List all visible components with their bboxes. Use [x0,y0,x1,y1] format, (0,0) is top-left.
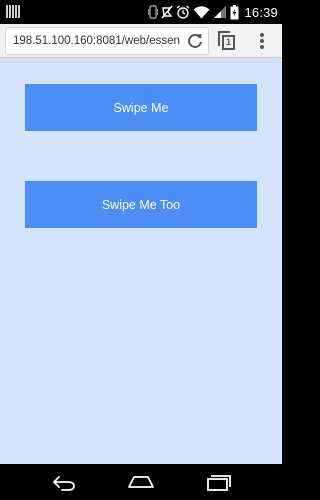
home-icon[interactable] [126,472,156,492]
overflow-menu-icon[interactable] [254,32,270,50]
android-screen: 16:39 198.51.100.160:8081/web/essen 1 Sw… [0,0,282,500]
notification-icon [6,5,20,18]
status-time: 16:39 [244,4,278,20]
swipe-me-too-button[interactable]: Swipe Me Too [25,181,257,228]
url-text[interactable]: 198.51.100.160:8081/web/essen [13,34,181,48]
recent-apps-icon[interactable] [203,472,233,492]
tab-count: 1 [222,35,235,50]
url-bar[interactable]: 198.51.100.160:8081/web/essen [6,28,208,54]
vibrate-icon [148,5,159,19]
web-page-content: Swipe Me Swipe Me Too [0,58,282,464]
status-icons: 16:39 [148,3,278,21]
do-not-disturb-icon [161,5,173,19]
battery-icon [230,4,239,19]
swipe-me-button[interactable]: Swipe Me [25,84,257,131]
tabs-icon[interactable]: 1 [218,31,236,51]
alarm-icon [177,5,190,19]
back-icon[interactable] [48,472,78,492]
status-bar: 16:39 [0,0,282,24]
navigation-bar [0,464,282,500]
browser-toolbar: 198.51.100.160:8081/web/essen 1 [0,24,282,58]
signal-icon [214,6,227,18]
wifi-icon [193,6,210,19]
reload-icon[interactable] [186,32,204,50]
